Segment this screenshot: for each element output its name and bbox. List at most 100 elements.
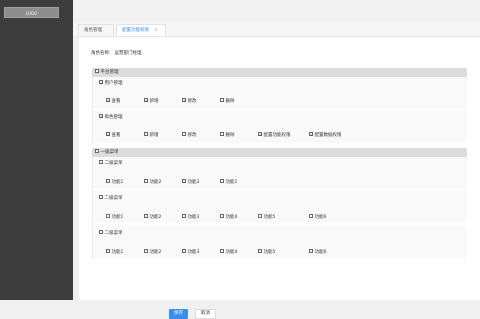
subgroup-label[interactable]: 二级菜单 <box>99 230 123 236</box>
role-name-label: 角色名称: <box>91 51 111 56</box>
permission-item[interactable]: 功能3 <box>182 214 199 220</box>
checkbox[interactable]: ✓ <box>99 80 103 85</box>
permission-item-label: 删除 <box>225 133 235 138</box>
permission-item[interactable]: 新增 <box>144 132 159 138</box>
checkbox[interactable] <box>220 132 224 136</box>
permission-item-label: 新增 <box>149 133 159 138</box>
permission-item[interactable]: 删除 <box>220 132 235 138</box>
permission-item[interactable]: 功能4 <box>220 249 237 255</box>
permission-item[interactable]: 功能5 <box>258 214 275 220</box>
checkbox[interactable]: ✓ <box>144 98 148 103</box>
checkbox[interactable] <box>309 249 313 253</box>
permission-item[interactable]: ✓配置功能权限 <box>258 132 291 138</box>
permission-item[interactable]: ✓配置数据权限 <box>309 132 342 138</box>
permission-item[interactable]: 功能3 <box>182 179 199 185</box>
subgroup-label-text: 用户管理 <box>104 81 123 86</box>
tab-label: 配置功能权限 <box>122 28 149 33</box>
checkbox[interactable] <box>95 149 99 153</box>
checkbox[interactable] <box>220 179 224 183</box>
permission-item[interactable]: 功能6 <box>309 249 326 255</box>
permission-item[interactable]: 功能1 <box>106 179 123 185</box>
checkbox[interactable]: ✓ <box>106 132 110 137</box>
checkbox[interactable] <box>182 249 186 253</box>
checkbox[interactable]: ✓ <box>258 132 262 137</box>
permission-item[interactable]: ✓查看 <box>106 132 121 138</box>
checkbox[interactable] <box>99 160 103 164</box>
role-name-value: 运营部门经理 <box>114 51 142 56</box>
permission-item[interactable]: 功能1 <box>220 179 237 185</box>
logo: LOGO <box>4 7 59 18</box>
permission-item-label: 功能2 <box>149 250 162 255</box>
checkbox[interactable] <box>106 214 110 218</box>
checkbox[interactable] <box>144 179 148 183</box>
permission-item-label: 新增 <box>149 99 159 104</box>
permission-item[interactable]: 功能4 <box>220 214 237 220</box>
checkbox[interactable]: ✓ <box>182 98 186 103</box>
permission-item-label: 配置功能权限 <box>263 133 291 138</box>
tab-configure-permissions[interactable]: 配置功能权限 × <box>116 24 166 36</box>
checkbox[interactable] <box>182 214 186 218</box>
permission-item[interactable]: 功能1 <box>106 214 123 220</box>
permission-item[interactable]: 功能5 <box>258 249 275 255</box>
permission-item-label: 功能5 <box>263 250 276 255</box>
permission-tree: 平台管理 ✓用户管理 ✓查看 ✓新增 ✓修改 删除 ✓角色管理 ✓查看 新增 修改 删除 ✓配置功能权… <box>92 68 467 296</box>
permission-item[interactable]: 功能6 <box>309 214 326 220</box>
checkbox[interactable]: ✓ <box>309 132 313 137</box>
permission-item[interactable]: 功能3 <box>182 249 199 255</box>
permission-item[interactable]: 修改 <box>182 132 197 138</box>
checkbox[interactable] <box>309 214 313 218</box>
subgroup-band: ✓用户管理 ✓查看 ✓新增 ✓修改 删除 <box>92 77 467 109</box>
subgroup-label-text: 二级菜单 <box>104 196 123 201</box>
checkbox[interactable]: ✓ <box>106 98 110 103</box>
permission-item[interactable]: ✓新增 <box>144 98 159 104</box>
subgroup-label[interactable]: 二级菜单 <box>99 195 123 201</box>
sidebar: LOGO <box>0 0 73 300</box>
permission-item[interactable]: 功能2 <box>144 214 161 220</box>
permission-item[interactable]: ✓修改 <box>182 98 197 104</box>
subgroup-band: 二级菜单功能1 功能2 功能3 功能4 功能5 功能6 <box>92 225 467 259</box>
permission-item-label: 功能1 <box>111 180 124 185</box>
group-label: 一级菜单 <box>95 149 119 155</box>
permission-item[interactable]: 删除 <box>220 98 235 104</box>
checkbox[interactable] <box>99 195 103 199</box>
checkbox[interactable] <box>106 249 110 253</box>
subgroup-label[interactable]: ✓角色管理 <box>99 114 123 120</box>
checkbox[interactable] <box>220 98 224 102</box>
permission-item-label: 功能4 <box>225 250 238 255</box>
checkbox[interactable] <box>144 249 148 253</box>
checkbox[interactable] <box>106 179 110 183</box>
subgroup-band: ✓角色管理 ✓查看 新增 修改 删除 ✓配置功能权限 ✓配置数据权限 <box>92 110 467 143</box>
permission-item[interactable]: ✓查看 <box>106 98 121 104</box>
subgroup-label[interactable]: ✓用户管理 <box>99 80 123 86</box>
checkbox[interactable] <box>220 214 224 218</box>
checkbox[interactable]: ✓ <box>99 114 103 119</box>
checkbox[interactable] <box>144 214 148 218</box>
subgroup-label[interactable]: 二级菜单 <box>99 160 123 166</box>
checkbox[interactable] <box>258 249 262 253</box>
tab-role-management[interactable]: 角色管理× <box>78 24 114 45</box>
checkbox[interactable] <box>99 230 103 234</box>
main-panel: 角色名称: 运营部门经理 平台管理 ✓用户管理 ✓查看 ✓新增 ✓修改 删除 ✓角色管理 ✓查看… <box>79 37 480 319</box>
tab-bar: 角色管理× 配置功能权限 × <box>73 22 480 45</box>
checkbox[interactable] <box>95 69 99 73</box>
permission-item[interactable]: 功能2 <box>144 249 161 255</box>
subgroup-band: 二级菜单功能1 功能2 功能3 功能1 <box>92 157 467 189</box>
permission-item-label: 功能2 <box>149 180 162 185</box>
save-button[interactable]: 保存 <box>169 309 188 319</box>
close-icon[interactable]: × <box>154 28 158 33</box>
cancel-button[interactable]: 取消 <box>195 309 216 319</box>
permission-item-label: 功能1 <box>111 215 124 220</box>
group-header[interactable]: 一级菜单 <box>92 148 467 157</box>
role-name-row: 角色名称: 运营部门经理 <box>91 50 146 56</box>
group-header[interactable]: 平台管理 <box>92 68 467 77</box>
checkbox[interactable] <box>182 132 186 136</box>
tab-label: 角色管理 <box>84 28 102 33</box>
checkbox[interactable] <box>144 132 148 136</box>
checkbox[interactable] <box>220 249 224 253</box>
checkbox[interactable] <box>182 179 186 183</box>
checkbox[interactable] <box>258 214 262 218</box>
permission-item[interactable]: 功能1 <box>106 249 123 255</box>
permission-item[interactable]: 功能2 <box>144 179 161 185</box>
permission-item-label: 修改 <box>187 133 197 138</box>
permission-item-label: 功能2 <box>149 215 162 220</box>
